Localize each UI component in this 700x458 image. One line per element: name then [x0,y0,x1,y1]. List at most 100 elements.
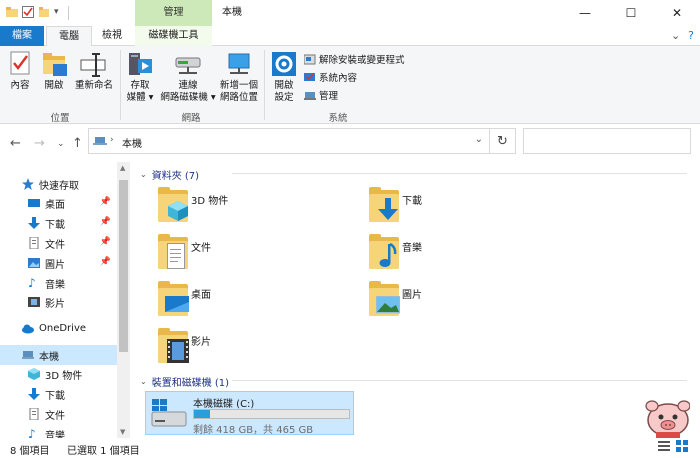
breadcrumb[interactable]: 本機 [122,135,142,150]
scroll-down-icon[interactable]: ▼ [120,428,125,436]
nav-scroll-thumb[interactable] [119,180,128,352]
nav-downloads[interactable]: 下載 📌 [0,213,117,233]
manage-button[interactable]: 管理 [304,88,338,102]
cube-icon [28,368,40,380]
settings-gear-icon [269,50,299,78]
access-media-button[interactable]: 存取 媒體 ▾ [124,50,156,104]
folder-name: 音樂 [402,243,422,254]
map-drive-label-2: 網路磁碟機 ▾ [160,92,216,103]
group-label-system: 系統 [328,113,348,124]
up-arrow-icon[interactable]: ↑ [72,136,83,151]
drive-c[interactable]: 本機磁碟 (C:) 剩餘 418 GB，共 465 GB [145,391,354,436]
details-view-icon[interactable] [658,440,670,452]
recent-locations-chevron-icon[interactable]: ⌄ [57,139,65,149]
nav-quick-access[interactable]: 快速存取 [0,174,117,194]
tab-file[interactable]: 檔案 [0,26,44,46]
nav-pc-documents[interactable]: 文件 [0,404,117,424]
pin-icon[interactable]: 📌 [100,217,111,227]
nav-3d-objects[interactable]: 3D 物件 [0,364,117,384]
nav-this-pc[interactable]: 本機 [0,345,117,365]
rename-label: 重新命名 [74,80,113,91]
devices-section-header[interactable]: ⌄ 裝置和磁碟機 (1) [140,374,229,389]
properties-button[interactable]: 內容 [4,50,36,92]
tab-disk-tools[interactable]: 磁碟機工具 [135,26,212,46]
pc-icon [93,136,107,147]
new-folder-icon[interactable] [38,6,50,18]
system-properties-button[interactable]: 系統內容 [304,70,357,84]
refresh-icon[interactable]: ↻ [490,128,516,154]
folder-music[interactable]: 音樂 [366,233,566,277]
ribbon-tabs: 檔案 電腦 檢視 磁碟機工具 ⌄ ? [0,26,700,47]
section-divider [232,173,687,174]
section-title: 資料夾 (7) [151,171,200,182]
properties-large-icon [5,50,35,78]
forward-arrow-icon[interactable]: → [34,136,45,151]
search-input[interactable] [523,128,691,154]
group-label-network: 網路 [181,113,201,124]
tab-computer[interactable]: 電腦 [46,26,92,47]
folder-name: 下載 [402,196,422,207]
status-item-count: 8 個項目 [10,446,50,457]
address-bar[interactable]: › 本機 ⌄ [88,128,490,154]
minimize-button[interactable]: — [562,0,608,26]
large-icons-view-icon[interactable] [676,440,688,452]
folder-documents[interactable]: 文件 [155,233,355,277]
tab-view[interactable]: 檢視 [92,26,132,46]
folder-3d-objects[interactable]: 3D 物件 [155,186,355,230]
pc-icon [22,349,34,361]
folder-desktop-icon [155,280,191,318]
folder-name: 影片 [191,337,211,348]
pin-icon[interactable]: 📌 [100,237,111,247]
pin-icon[interactable]: 📌 [100,257,111,267]
open-button[interactable]: 開啟 [38,50,70,92]
collapse-chevron-icon[interactable]: ⌄ [140,377,147,386]
map-drive-button[interactable]: 連線 網路磁碟機 ▾ [158,50,218,104]
collapse-chevron-icon[interactable]: ⌄ [140,170,147,179]
maximize-button[interactable]: ☐ [608,0,654,26]
system-properties-label: 系統內容 [319,73,358,84]
music-note-icon: ♪ [28,276,36,290]
folder-downloads[interactable]: 下載 [366,186,566,230]
collapse-ribbon-icon[interactable]: ⌄ [671,29,680,42]
back-arrow-icon[interactable]: ← [10,136,21,151]
open-settings-label-1: 開啟 [274,80,294,91]
media-server-icon [125,50,155,78]
folder-name: 圖片 [402,290,422,301]
folder-videos[interactable]: 影片 [155,327,355,371]
uninstall-label: 解除安裝或變更程式 [319,55,405,66]
folder-name: 文件 [191,243,211,254]
nav-music[interactable]: ♪ 音樂 [0,273,117,293]
nav-desktop[interactable]: 桌面 📌 [0,193,117,213]
open-settings-button[interactable]: 開啟 設定 [268,50,300,104]
folder-3d-icon [155,186,191,224]
status-bar: 8 個項目 已選取 1 個項目 [0,438,700,458]
nav-onedrive[interactable]: OneDrive [0,318,117,338]
content-scrollbar[interactable] [690,162,700,438]
pin-icon[interactable]: 📌 [100,197,111,207]
status-selected-count: 已選取 1 個項目 [67,446,140,457]
folder-desktop[interactable]: 桌面 [155,280,355,324]
desktop-icon [28,197,40,209]
film-icon [28,296,40,308]
nav-pc-downloads[interactable]: 下載 [0,384,117,404]
mascot-logo [640,398,696,442]
open-settings-label-2: 設定 [274,92,294,103]
nav-videos[interactable]: 影片 [0,292,117,312]
uninstall-program-button[interactable]: 解除安裝或變更程式 [303,52,405,66]
properties-icon[interactable] [22,6,34,18]
rename-button[interactable]: 重新命名 [70,50,118,92]
add-network-location-button[interactable]: 新增一個 網路位置 [218,50,260,104]
close-button[interactable]: ✕ [654,0,700,26]
folder-pictures[interactable]: 圖片 [366,280,566,324]
scroll-up-icon[interactable]: ▲ [120,164,125,172]
nav-documents[interactable]: 文件 📌 [0,233,117,253]
map-drive-label-1: 連線 [178,80,198,91]
address-dropdown-icon[interactable]: ⌄ [475,134,483,145]
network-location-icon [224,50,254,78]
nav-pictures[interactable]: 圖片 📌 [0,253,117,273]
nav-label: 文件 [45,239,65,251]
folders-section-header[interactable]: ⌄ 資料夾 (7) [140,167,199,182]
drive-size-text: 剩餘 418 GB，共 465 GB [193,425,314,436]
quick-access-dropdown-icon[interactable]: ▾ [54,6,66,18]
help-icon[interactable]: ? [688,29,694,42]
